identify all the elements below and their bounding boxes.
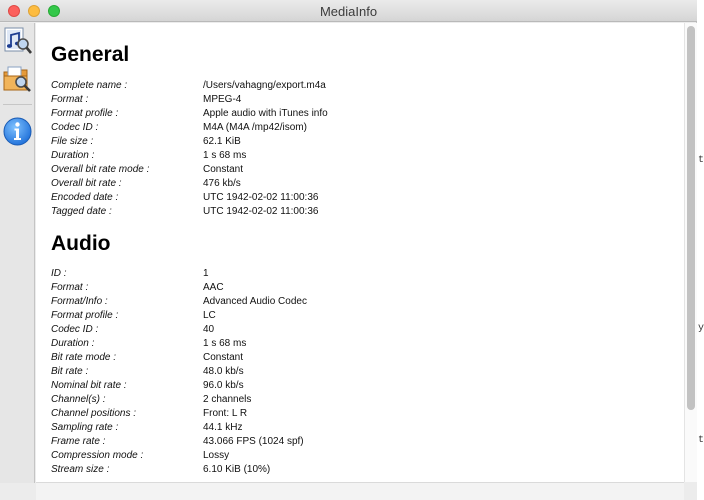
general-heading: General [51,43,130,66]
music-file-icon [4,27,33,54]
field-value: 62.1 KiB [203,136,241,147]
horizontal-scrollbar[interactable] [36,482,684,500]
field-label: Overall bit rate : [51,178,122,189]
field-value: /Users/vahagng/export.m4a [203,80,326,91]
field-label: Format profile : [51,108,119,119]
background-text: te [698,155,704,166]
field-label: Tagged date : [51,206,112,217]
field-value: 48.0 kb/s [203,366,244,377]
about-button[interactable] [2,116,33,147]
field-value: 476 kb/s [203,178,241,189]
field-label: Frame rate : [51,436,106,447]
field-label: Format : [51,282,89,293]
field-value: 2 channels [203,394,252,405]
field-label: Bit rate mode : [51,352,117,363]
field-label: Channel(s) : [51,394,106,405]
field-value: AAC [203,282,224,293]
open-file-button[interactable] [2,26,33,57]
field-value: 1 [203,268,209,279]
toolbar [0,23,35,483]
background-text: te [698,435,704,446]
toolbar-separator [3,104,32,105]
field-value: 96.0 kb/s [203,380,244,391]
field-label: Compression mode : [51,450,144,461]
field-value: Constant [203,352,244,363]
folder-search-icon [3,66,31,92]
field-label: Channel positions : [51,408,137,419]
field-label: Sampling rate : [51,422,119,433]
field-label: Duration : [51,338,95,349]
mediainfo-window: MediaInfo General Complete name: /Users… [0,0,697,500]
scroll-corner [684,482,697,500]
info-text-view[interactable]: General Complete name : /Users/vahagng/ex… [36,23,684,482]
field-value: MPEG-4 [203,94,242,105]
vertical-scrollbar-thumb[interactable] [687,26,695,410]
field-value: Apple audio with iTunes info [203,108,328,119]
background-text: y [698,323,704,334]
field-value: Advanced Audio Codec [203,296,307,307]
audio-heading: Audio [51,232,111,255]
field-label: Bit rate : [51,366,89,377]
field-label: Stream size : [51,464,110,475]
field-label: Complete name : [51,80,128,91]
field-label: File size : [51,136,94,147]
field-value: 44.1 kHz [203,422,243,433]
field-label: Duration : [51,150,95,161]
field-label: Format/Info : [51,296,108,307]
background-window: te y te [697,0,704,500]
field-label: ID : [51,268,67,279]
field-label: Codec ID : [51,122,99,133]
field-value: UTC 1942-02-02 11:00:36 [203,206,319,217]
field-value: Constant [203,164,244,175]
field-label: Encoded date : [51,192,119,203]
field-value: 1 s 68 ms [203,338,247,349]
field-label: Nominal bit rate : [51,380,127,391]
field-value: 43.066 FPS (1024 spf) [203,436,304,447]
field-label: Format : [51,94,89,105]
field-value: Lossy [203,450,230,461]
info-icon [3,117,32,146]
open-folder-button[interactable] [2,64,33,95]
field-value: 40 [203,324,215,335]
vertical-scrollbar[interactable] [684,23,697,482]
window-title: MediaInfo [319,4,378,19]
field-value: 6.10 KiB (10%) [203,464,271,475]
field-label: Codec ID : [51,324,99,335]
field-value: 1 s 68 ms [203,150,247,161]
field-value: M4A (M4A /mp42/isom) [203,122,307,133]
title-bar[interactable]: MediaInfo [0,0,697,22]
field-value: Front: L R [203,408,248,419]
field-label: Format profile : [51,310,119,321]
field-label: Overall bit rate mode : [51,164,150,175]
field-value: LC [203,310,216,321]
field-value: UTC 1942-02-02 11:00:36 [203,192,319,203]
